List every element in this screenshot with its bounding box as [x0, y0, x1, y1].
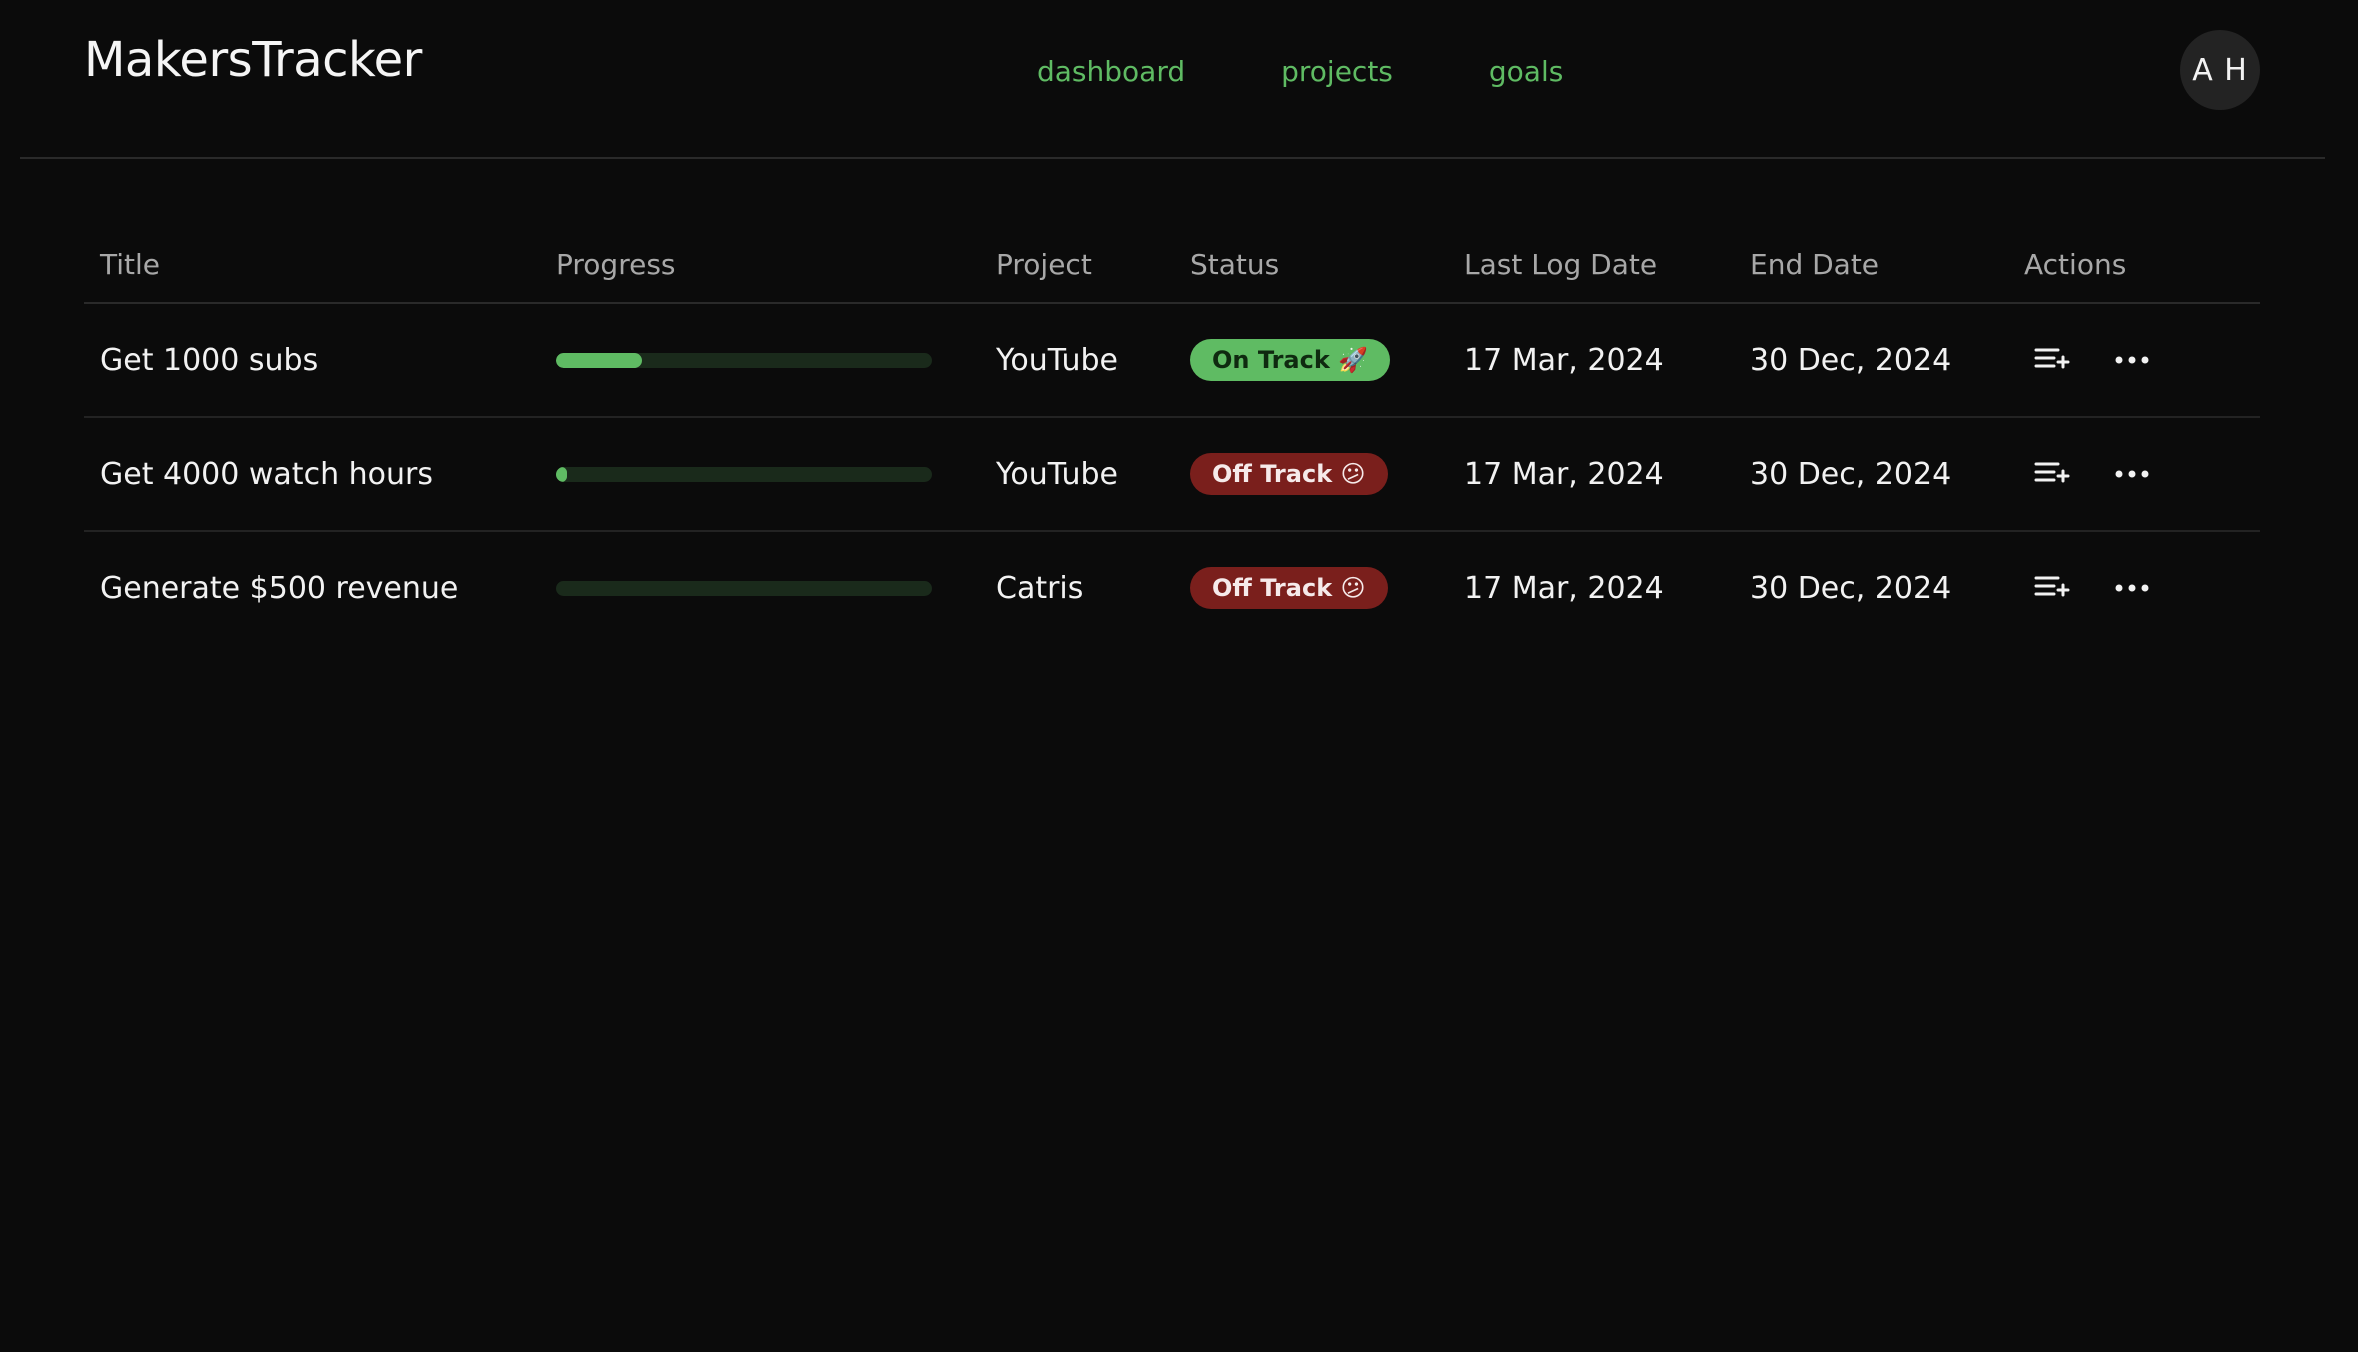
last-log-date: 17 Mar, 2024 [1464, 342, 1664, 378]
project-name: Catris [996, 570, 1084, 606]
actions-cell [2024, 532, 2184, 644]
more-icon [2115, 356, 2149, 364]
project-name: YouTube [996, 342, 1118, 378]
add-log-icon [2034, 462, 2070, 483]
column-header-last-log-date: Last Log Date [1464, 248, 1658, 281]
end-date: 30 Dec, 2024 [1750, 570, 1952, 606]
column-header-end-date: End Date [1750, 248, 1880, 281]
add-log-icon [2034, 576, 2070, 597]
goal-title: Get 1000 subs [100, 342, 319, 378]
progress-cell [556, 418, 932, 530]
status-cell: Off Track 😕 [1190, 532, 1388, 644]
header-divider [20, 157, 2325, 159]
end-date: 30 Dec, 2024 [1750, 342, 1952, 378]
more-icon [2115, 584, 2149, 592]
more-options-button[interactable] [2104, 332, 2160, 388]
nav-link-goals[interactable]: goals [1489, 55, 1563, 88]
progress-bar [556, 466, 932, 482]
status-cell: On Track 🚀 [1190, 304, 1391, 416]
project-name: YouTube [996, 456, 1118, 492]
progress-fill [556, 466, 568, 482]
nav-link-projects[interactable]: projects [1281, 55, 1393, 88]
user-avatar[interactable]: A H [2180, 30, 2260, 110]
progress-fill [556, 352, 643, 368]
table-row[interactable]: Generate $500 revenue Catris Off Track 😕… [84, 532, 2260, 644]
status-cell: Off Track 😕 [1190, 418, 1388, 530]
top-header: MakersTracker dashboard projects goals A… [0, 0, 2358, 159]
table-row[interactable]: Get 1000 subs YouTube On Track 🚀 17 Mar,… [84, 304, 2260, 418]
last-log-date: 17 Mar, 2024 [1464, 456, 1664, 492]
add-log-button[interactable] [2024, 446, 2080, 502]
main-nav: dashboard projects goals [1037, 48, 1563, 94]
status-badge: Off Track 😕 [1190, 453, 1388, 495]
end-date: 30 Dec, 2024 [1750, 456, 1952, 492]
progress-bar [556, 580, 932, 596]
goal-title: Generate $500 revenue [100, 570, 459, 606]
app-logo-title[interactable]: MakersTracker [84, 28, 422, 92]
column-header-title: Title [100, 248, 161, 281]
progress-bar [556, 352, 932, 368]
table-row[interactable]: Get 4000 watch hours YouTube Off Track 😕… [84, 418, 2260, 532]
actions-cell [2024, 418, 2184, 530]
more-icon [2115, 470, 2149, 478]
goal-title: Get 4000 watch hours [100, 456, 433, 492]
add-log-button[interactable] [2024, 560, 2080, 616]
status-badge: Off Track 😕 [1190, 567, 1388, 609]
more-options-button[interactable] [2104, 560, 2160, 616]
column-header-actions: Actions [2024, 248, 2127, 281]
status-badge: On Track 🚀 [1190, 339, 1391, 381]
actions-cell [2024, 304, 2184, 416]
progress-cell [556, 304, 932, 416]
column-header-progress: Progress [556, 248, 676, 281]
nav-link-dashboard[interactable]: dashboard [1037, 55, 1185, 88]
goals-table: Title Progress Project Status Last Log D… [84, 226, 2260, 644]
add-log-icon [2034, 348, 2070, 369]
table-header: Title Progress Project Status Last Log D… [84, 226, 2260, 304]
last-log-date: 17 Mar, 2024 [1464, 570, 1664, 606]
column-header-status: Status [1190, 248, 1280, 281]
column-header-project: Project [996, 248, 1092, 281]
progress-cell [556, 532, 932, 644]
more-options-button[interactable] [2104, 446, 2160, 502]
add-log-button[interactable] [2024, 332, 2080, 388]
